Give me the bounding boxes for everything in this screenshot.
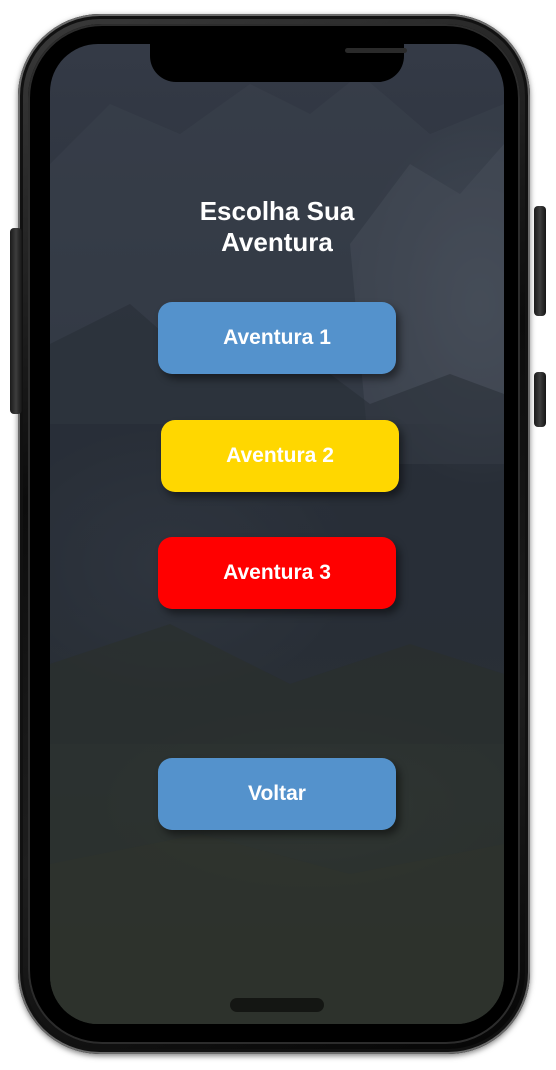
power-button	[534, 206, 546, 316]
speaker-grille	[345, 48, 407, 53]
page-title: Escolha Sua Aventura	[50, 196, 504, 258]
device-mockup: Escolha Sua Aventura Aventura 1 Aventura…	[0, 0, 556, 1070]
home-indicator	[230, 998, 324, 1012]
mountain-background	[50, 74, 504, 1024]
title-line-2: Aventura	[221, 227, 333, 257]
side-button	[534, 372, 546, 427]
title-line-1: Escolha Sua	[199, 196, 355, 226]
adventure-1-button[interactable]: Aventura 1	[158, 302, 396, 374]
app-screen: Escolha Sua Aventura Aventura 1 Aventura…	[50, 44, 504, 1024]
volume-button	[10, 228, 22, 414]
notch	[150, 44, 407, 82]
back-button[interactable]: Voltar	[158, 758, 396, 830]
adventure-3-button[interactable]: Aventura 3	[158, 537, 396, 609]
adventure-2-button[interactable]: Aventura 2	[161, 420, 399, 492]
